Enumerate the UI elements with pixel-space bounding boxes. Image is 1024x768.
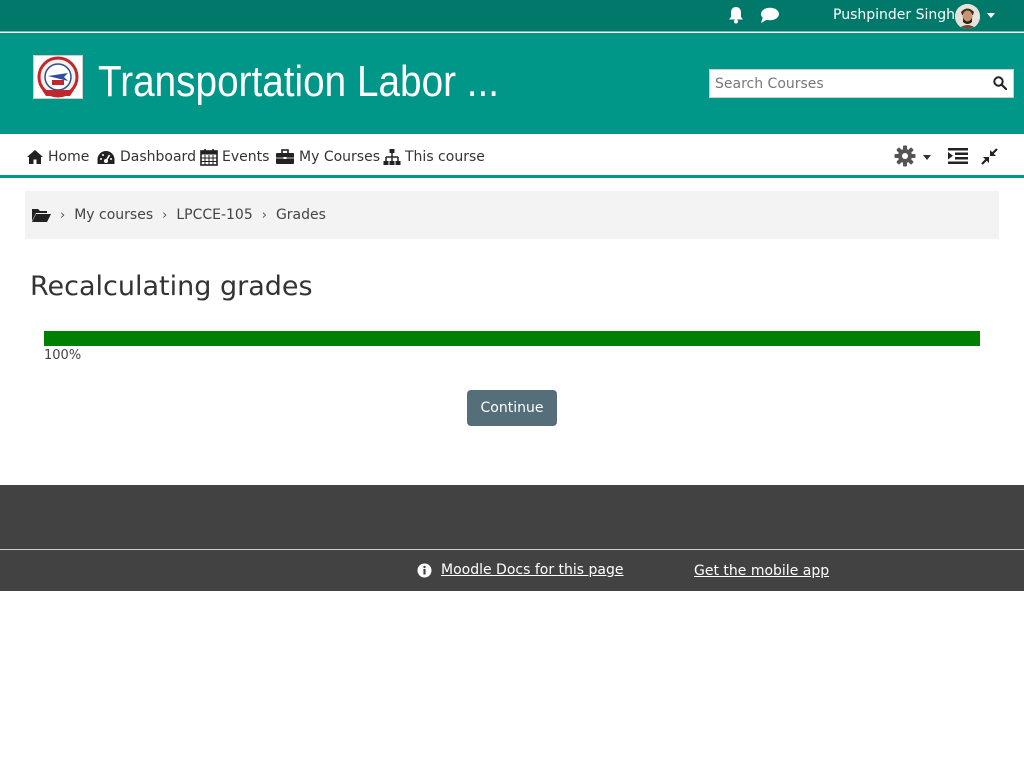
settings-menu[interactable] — [894, 145, 934, 167]
page-header: Transportation Labor ... — [0, 33, 1024, 134]
user-name[interactable]: Pushpinder Singh — [833, 7, 955, 23]
chevron-down-icon — [923, 155, 931, 160]
indent-icon[interactable] — [948, 147, 968, 165]
footer-divider — [0, 549, 1024, 550]
dashboard-icon — [97, 150, 115, 164]
breadcrumb-separator: › — [60, 207, 66, 223]
calendar-icon — [200, 149, 218, 166]
progress-text: 100% — [44, 348, 82, 363]
site-logo[interactable] — [33, 55, 83, 99]
nav-item-label: Events — [222, 149, 270, 165]
nav-item-events[interactable]: Events — [200, 147, 269, 167]
moodle-docs-link-text[interactable]: Moodle Docs for this page — [441, 562, 624, 578]
nav-item-dashboard[interactable]: Dashboard — [96, 147, 196, 167]
breadcrumb-separator: › — [261, 207, 267, 223]
site-name[interactable]: Transportation Labor ... — [98, 57, 499, 107]
moodle-docs-link: Moodle Docs for this page — [417, 562, 624, 578]
sitemap-icon — [383, 149, 401, 165]
progress-bar-fill — [44, 331, 980, 346]
breadcrumb-item-my-courses[interactable]: My courses — [74, 207, 153, 223]
nav-item-this-course[interactable]: This course — [383, 147, 485, 167]
nav-item-label: My Courses — [299, 149, 380, 165]
course-search — [709, 69, 1014, 98]
chevron-down-icon[interactable] — [987, 13, 995, 18]
page-footer: Moodle Docs for this page Get the mobile… — [0, 485, 1024, 591]
search-input[interactable] — [710, 70, 988, 97]
page-title: Recalculating grades — [30, 271, 313, 302]
collapse-icon[interactable] — [981, 148, 998, 165]
home-icon — [27, 150, 43, 164]
progress-bar — [44, 331, 980, 346]
folder-open-icon[interactable] — [31, 207, 51, 223]
info-icon — [417, 563, 432, 577]
nav-item-label: This course — [405, 149, 485, 165]
avatar[interactable] — [955, 4, 980, 29]
briefcase-icon — [276, 149, 294, 164]
nav-item-home[interactable]: Home — [26, 147, 89, 167]
user-menu-bar: Pushpinder Singh — [0, 0, 1024, 32]
bell-icon[interactable] — [727, 6, 745, 24]
gear-icon — [894, 145, 916, 167]
mobile-app-link: Get the mobile app — [694, 563, 829, 579]
continue-button[interactable]: Continue — [467, 390, 557, 426]
breadcrumb-separator: › — [162, 207, 168, 223]
nav-item-label: Dashboard — [120, 149, 196, 165]
chat-icon[interactable] — [760, 7, 780, 24]
main-navigation: Home Dashboard Events My Courses This co… — [0, 134, 1024, 178]
search-icon[interactable] — [993, 76, 1007, 90]
breadcrumb-item-grades[interactable]: Grades — [276, 207, 326, 223]
breadcrumb: › My courses › LPCCE-105 › Grades — [25, 191, 999, 239]
nav-item-label: Home — [48, 149, 90, 165]
nav-item-my-courses[interactable]: My Courses — [275, 147, 380, 167]
breadcrumb-item-course[interactable]: LPCCE-105 — [176, 207, 252, 223]
mobile-app-link-text[interactable]: Get the mobile app — [694, 563, 829, 579]
